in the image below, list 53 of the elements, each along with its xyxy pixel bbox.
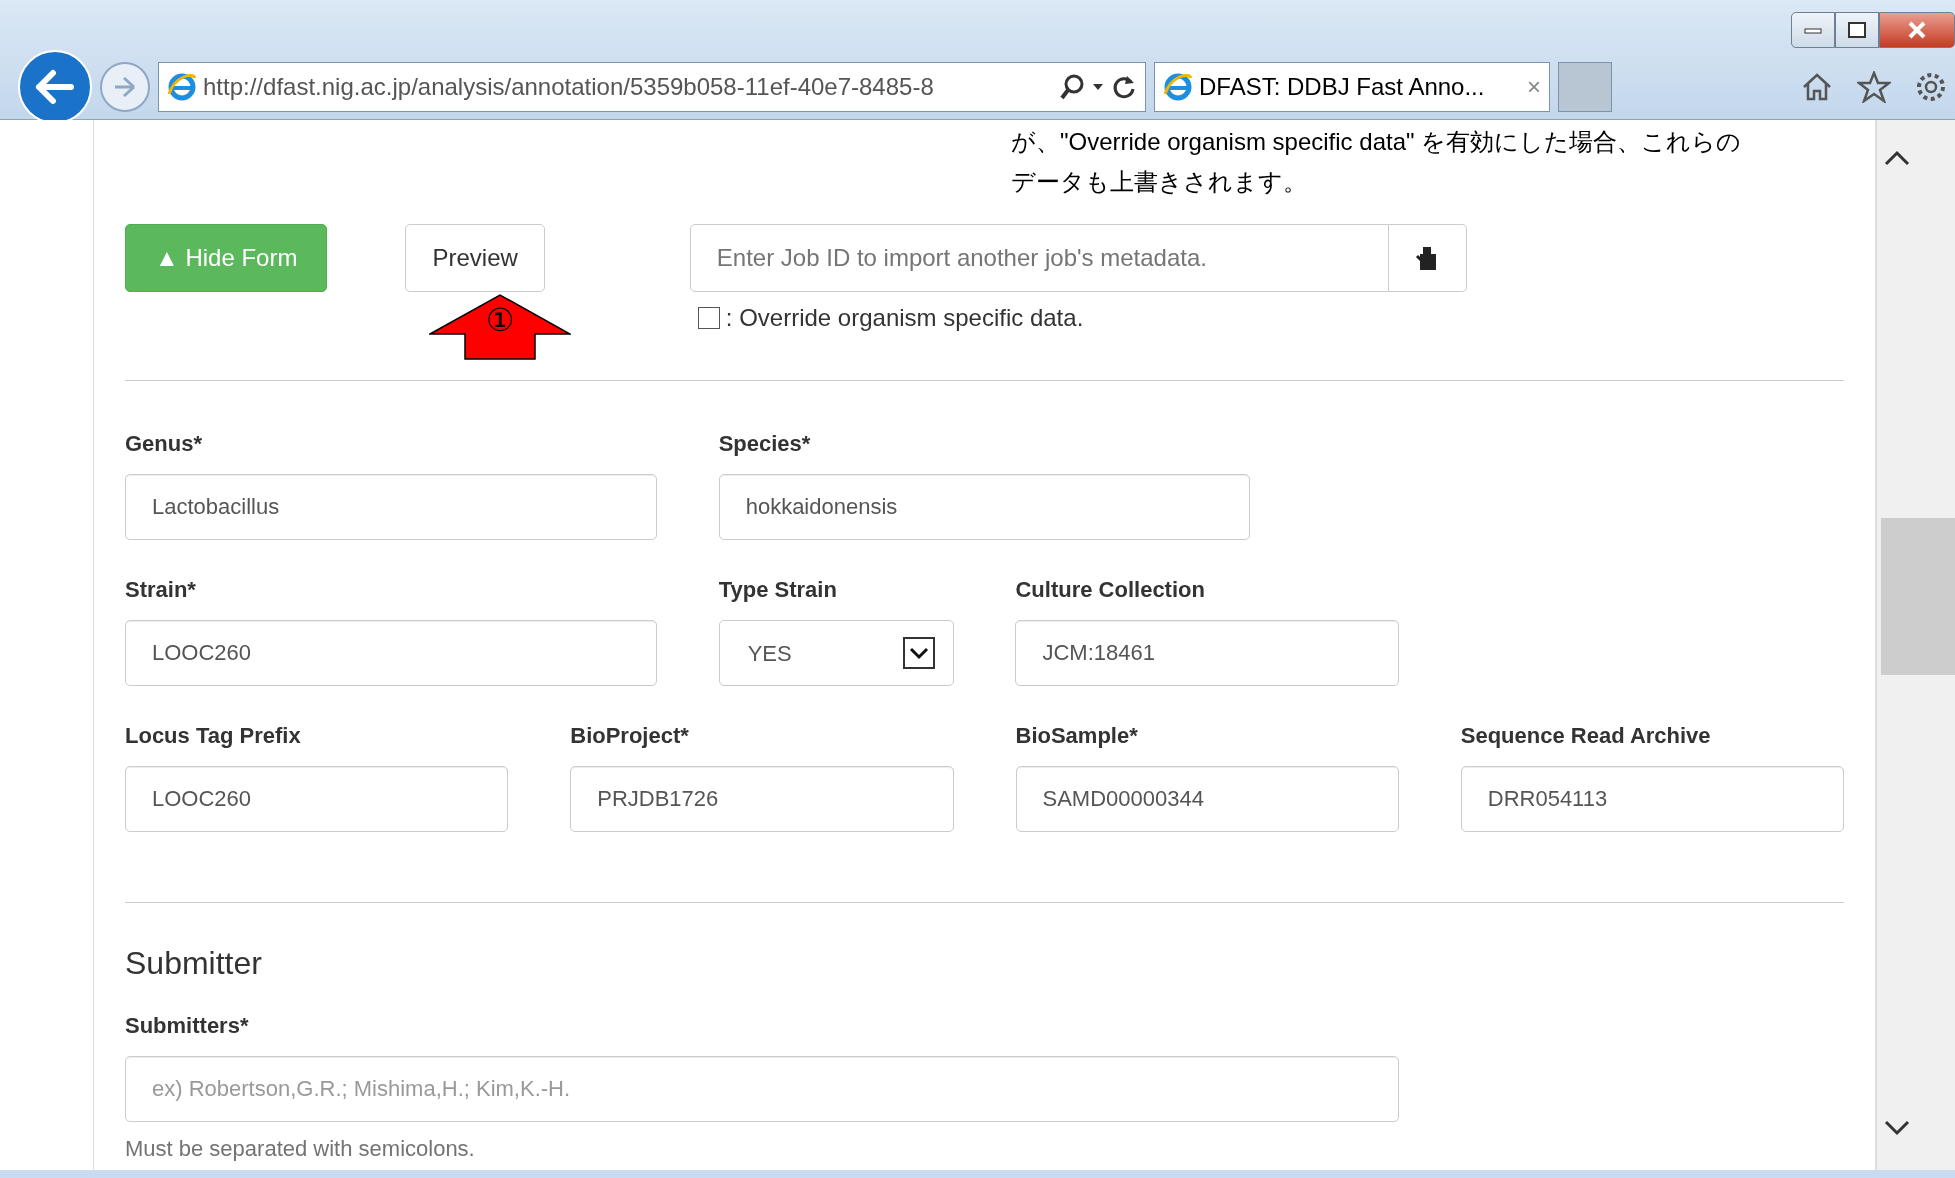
maximize-icon[interactable] [1835,12,1879,48]
field-label: BioProject* [570,722,690,750]
field-label: Sequence Read Archive [1460,722,1712,750]
field-label: Locus Tag Prefix [125,722,302,750]
tab-title: DFAST: DDBJ Fast Anno... [1199,72,1486,102]
checkbox-label: : Override organism specific data. [725,303,1084,333]
note-text: が、"Override organism specific data" を有効にした場合、これらの [1011,127,1743,157]
text-field[interactable]: LOOC260 [125,766,509,832]
text-field[interactable]: DRR054113 [1460,766,1844,832]
help-text: Must be separated with semicolons. [125,1135,476,1163]
settings-icon[interactable] [1915,71,1947,103]
refresh-icon[interactable] [1111,73,1137,101]
field-label: Type Strain [718,576,838,604]
right-arrow-icon [112,75,138,99]
text-field[interactable]: SAMD00000344 [1015,766,1399,832]
address-bar[interactable]: http://dfast.nig.ac.jp/analysis/annotation/5359b058-11ef-40e7-8485-8 [158,62,1146,112]
note-text: データも上書きされます。 [1011,167,1308,197]
step-number: ① [485,304,515,336]
select-field[interactable]: YES [718,620,954,686]
browser-logo-icon [1163,72,1193,102]
dropdown-icon[interactable] [1091,82,1105,92]
url-text: http://dfast.nig.ac.jp/analysis/annotation/5359b058-11ef-40e7-8485-8 [203,72,935,102]
chevron-down-icon[interactable] [902,637,935,669]
text-field[interactable]: LOOC260 [125,620,657,686]
browser-tab[interactable]: DFAST: DDBJ Fast Anno... × [1154,62,1550,112]
field-label: Submitters* [125,1012,250,1040]
home-icon[interactable] [1801,72,1833,102]
submitters-field[interactable]: ex) Robertson,G.R.; Mishima,H.; Kim,K.-H. [125,1056,1399,1122]
search-icon[interactable] [1059,73,1085,101]
field-label: Culture Collection [1015,576,1206,604]
text-field[interactable]: hokkaidonensis [718,474,1251,540]
section-heading: Submitter [125,944,263,983]
up-arrow-icon [429,294,571,360]
preview-button[interactable]: Preview [405,224,545,292]
left-arrow-icon [35,69,75,105]
tab-close-button[interactable]: × [1527,69,1541,105]
scroll-down-icon[interactable] [1884,1120,1910,1136]
field-label: Species* [718,430,812,458]
minimize-icon[interactable] [1791,12,1835,48]
override-checkbox[interactable] [697,307,720,329]
text-field[interactable]: PRJDB1726 [570,766,954,832]
field-label: Strain* [125,576,197,604]
scroll-up-icon[interactable] [1884,150,1910,166]
field-label: Genus* [125,430,204,458]
field-label: BioSample* [1015,722,1139,750]
import-field[interactable]: Enter Job ID to import another job's metadata. [689,224,1389,292]
browser-logo-icon [167,72,197,102]
scrollbar-thumb[interactable] [1881,518,1955,675]
close-icon[interactable] [1879,12,1955,48]
star-icon[interactable] [1857,71,1891,103]
text-field[interactable]: JCM:18461 [1015,620,1399,686]
text-field[interactable]: Lactobacillus [125,474,657,540]
import-button[interactable] [1388,224,1467,292]
